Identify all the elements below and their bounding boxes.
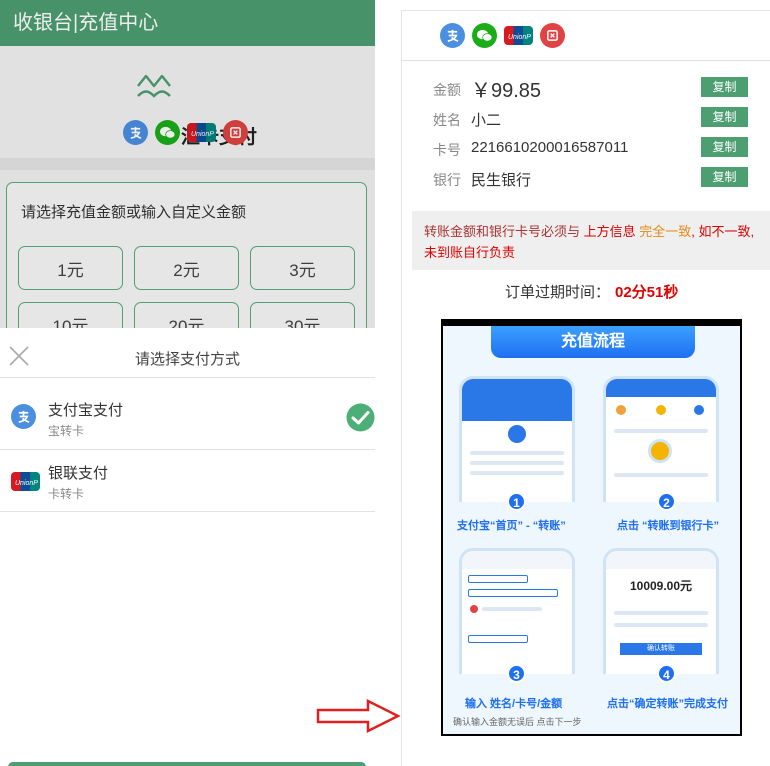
phone-mockup-3 (459, 548, 575, 674)
phone-confirm-button: 确认转账 (620, 643, 702, 655)
info-value: 小二 (471, 112, 502, 129)
copy-card-button[interactable]: 复制 (701, 137, 748, 157)
info-row-name: 姓名 小二 复制 (402, 105, 770, 131)
info-label: 银行 (433, 172, 461, 188)
step-caption: 点击 “转账到银行卡” (617, 520, 720, 532)
modal-overlay[interactable] (0, 0, 375, 328)
alipay-icon (11, 404, 36, 429)
transfer-notice: 转账金额和银行卡号必须与 上方信息 完全一致, 如不一致, 未到账自行负责 (412, 211, 770, 270)
recharge-flow-guide: 充值流程 1 支付宝“首页” - “转账” 2 点击 “转账到银行卡” 3 输入… (441, 319, 742, 736)
submit-button[interactable] (8, 762, 366, 766)
notice-highlight: 上方信息 (583, 224, 636, 239)
bank-card-icon (648, 439, 672, 463)
step-number: 3 (507, 664, 526, 683)
flow-title: 充值流程 (491, 326, 695, 358)
phone-statusbar (606, 551, 716, 569)
svg-text:UnionPay: UnionPay (15, 480, 38, 487)
expire-countdown: 02分51秒 (615, 284, 679, 301)
info-label: 姓名 (433, 112, 461, 128)
info-row-bank: 银行 民生银行 复制 (402, 165, 770, 191)
step-number: 2 (657, 492, 676, 511)
copy-bank-button[interactable]: 复制 (701, 167, 748, 187)
phone-line (482, 607, 542, 611)
wechat-icon (472, 23, 497, 48)
phone-statusbar (462, 379, 572, 397)
info-value: 民生银行 (471, 172, 532, 189)
step-caption: 输入 姓名/卡号/金额 (465, 698, 563, 710)
phone-statusbar (606, 379, 716, 397)
phone-line (614, 611, 708, 615)
info-row-amount: 金额 ￥99.85 复制 (402, 75, 770, 102)
phone-line (470, 471, 564, 475)
phone-line (470, 461, 564, 465)
notice-text: 转账金额和银行卡号必须与 (424, 224, 581, 239)
phone-line (614, 623, 708, 627)
divider (0, 377, 375, 378)
bank-icon (470, 605, 478, 613)
card-field (468, 589, 558, 597)
app-icon (616, 405, 626, 415)
step-subcaption: 确认输入金额无误后 点击下一步 (453, 717, 582, 727)
app-icon (694, 405, 704, 415)
divider (0, 511, 375, 512)
arrow-right-icon (316, 698, 400, 734)
copy-amount-button[interactable]: 复制 (701, 77, 748, 97)
phone-line (470, 451, 564, 455)
step-number: 1 (507, 492, 526, 511)
pay-option-name: 支付宝支付 (48, 402, 124, 419)
notice-emphasis: 完全一致 (639, 224, 692, 239)
wallet-icon (540, 23, 565, 48)
amount-field (468, 635, 528, 643)
phone-mockup-1 (459, 376, 575, 502)
phone-banner (462, 397, 572, 421)
phone-line (614, 473, 708, 477)
phone-mockup-2 (603, 376, 719, 502)
pay-option-alipay[interactable]: 支付宝支付 宝转卡 (0, 387, 375, 449)
phone-statusbar (462, 551, 572, 569)
info-value: ￥99.85 (471, 80, 542, 102)
check-icon (346, 403, 375, 432)
pay-option-unionpay[interactable]: UnionPay 银联支付 卡转卡 (0, 450, 375, 512)
phone-amount: 10009.00元 (629, 579, 693, 593)
step-caption: 支付宝“首页” - “转账” (457, 520, 566, 532)
unionpay-icon: UnionPay (11, 472, 40, 491)
pay-option-sub: 卡转卡 (48, 487, 85, 501)
cashier-panel: 收银台|充值中心 汇卡支付 UnionPay 请选择充值金额或输入自定义金额 1… (0, 0, 375, 766)
copy-name-button[interactable]: 复制 (701, 107, 748, 127)
info-value: 2216610200016587011 (471, 139, 629, 156)
app-icon (656, 405, 666, 415)
pay-option-sub: 宝转卡 (48, 424, 85, 438)
sheet-title: 请选择支付方式 (134, 351, 240, 368)
transfer-icon (508, 425, 526, 443)
pay-option-name: 银联支付 (48, 465, 109, 482)
payment-icon-row: UnionPay (440, 23, 565, 48)
info-row-card: 卡号 2216610200016587011 复制 (402, 135, 770, 161)
info-label: 卡号 (433, 142, 461, 158)
expire-label: 订单过期时间： (505, 284, 611, 301)
step-caption: 点击“确定转账”完成支付 (607, 698, 728, 710)
transfer-panel: UnionPay 金额 ￥99.85 复制 姓名 小二 复制 卡号 221661… (401, 10, 770, 766)
unionpay-icon: UnionPay (504, 26, 533, 45)
divider (402, 60, 770, 61)
info-label: 金额 (433, 82, 461, 98)
svg-text:UnionPay: UnionPay (508, 34, 531, 41)
phone-line (614, 429, 708, 433)
alipay-icon (440, 23, 465, 48)
step-number: 4 (657, 664, 676, 683)
name-field (468, 575, 528, 583)
phone-mockup-4: 10009.00元 确认转账 (603, 548, 719, 674)
